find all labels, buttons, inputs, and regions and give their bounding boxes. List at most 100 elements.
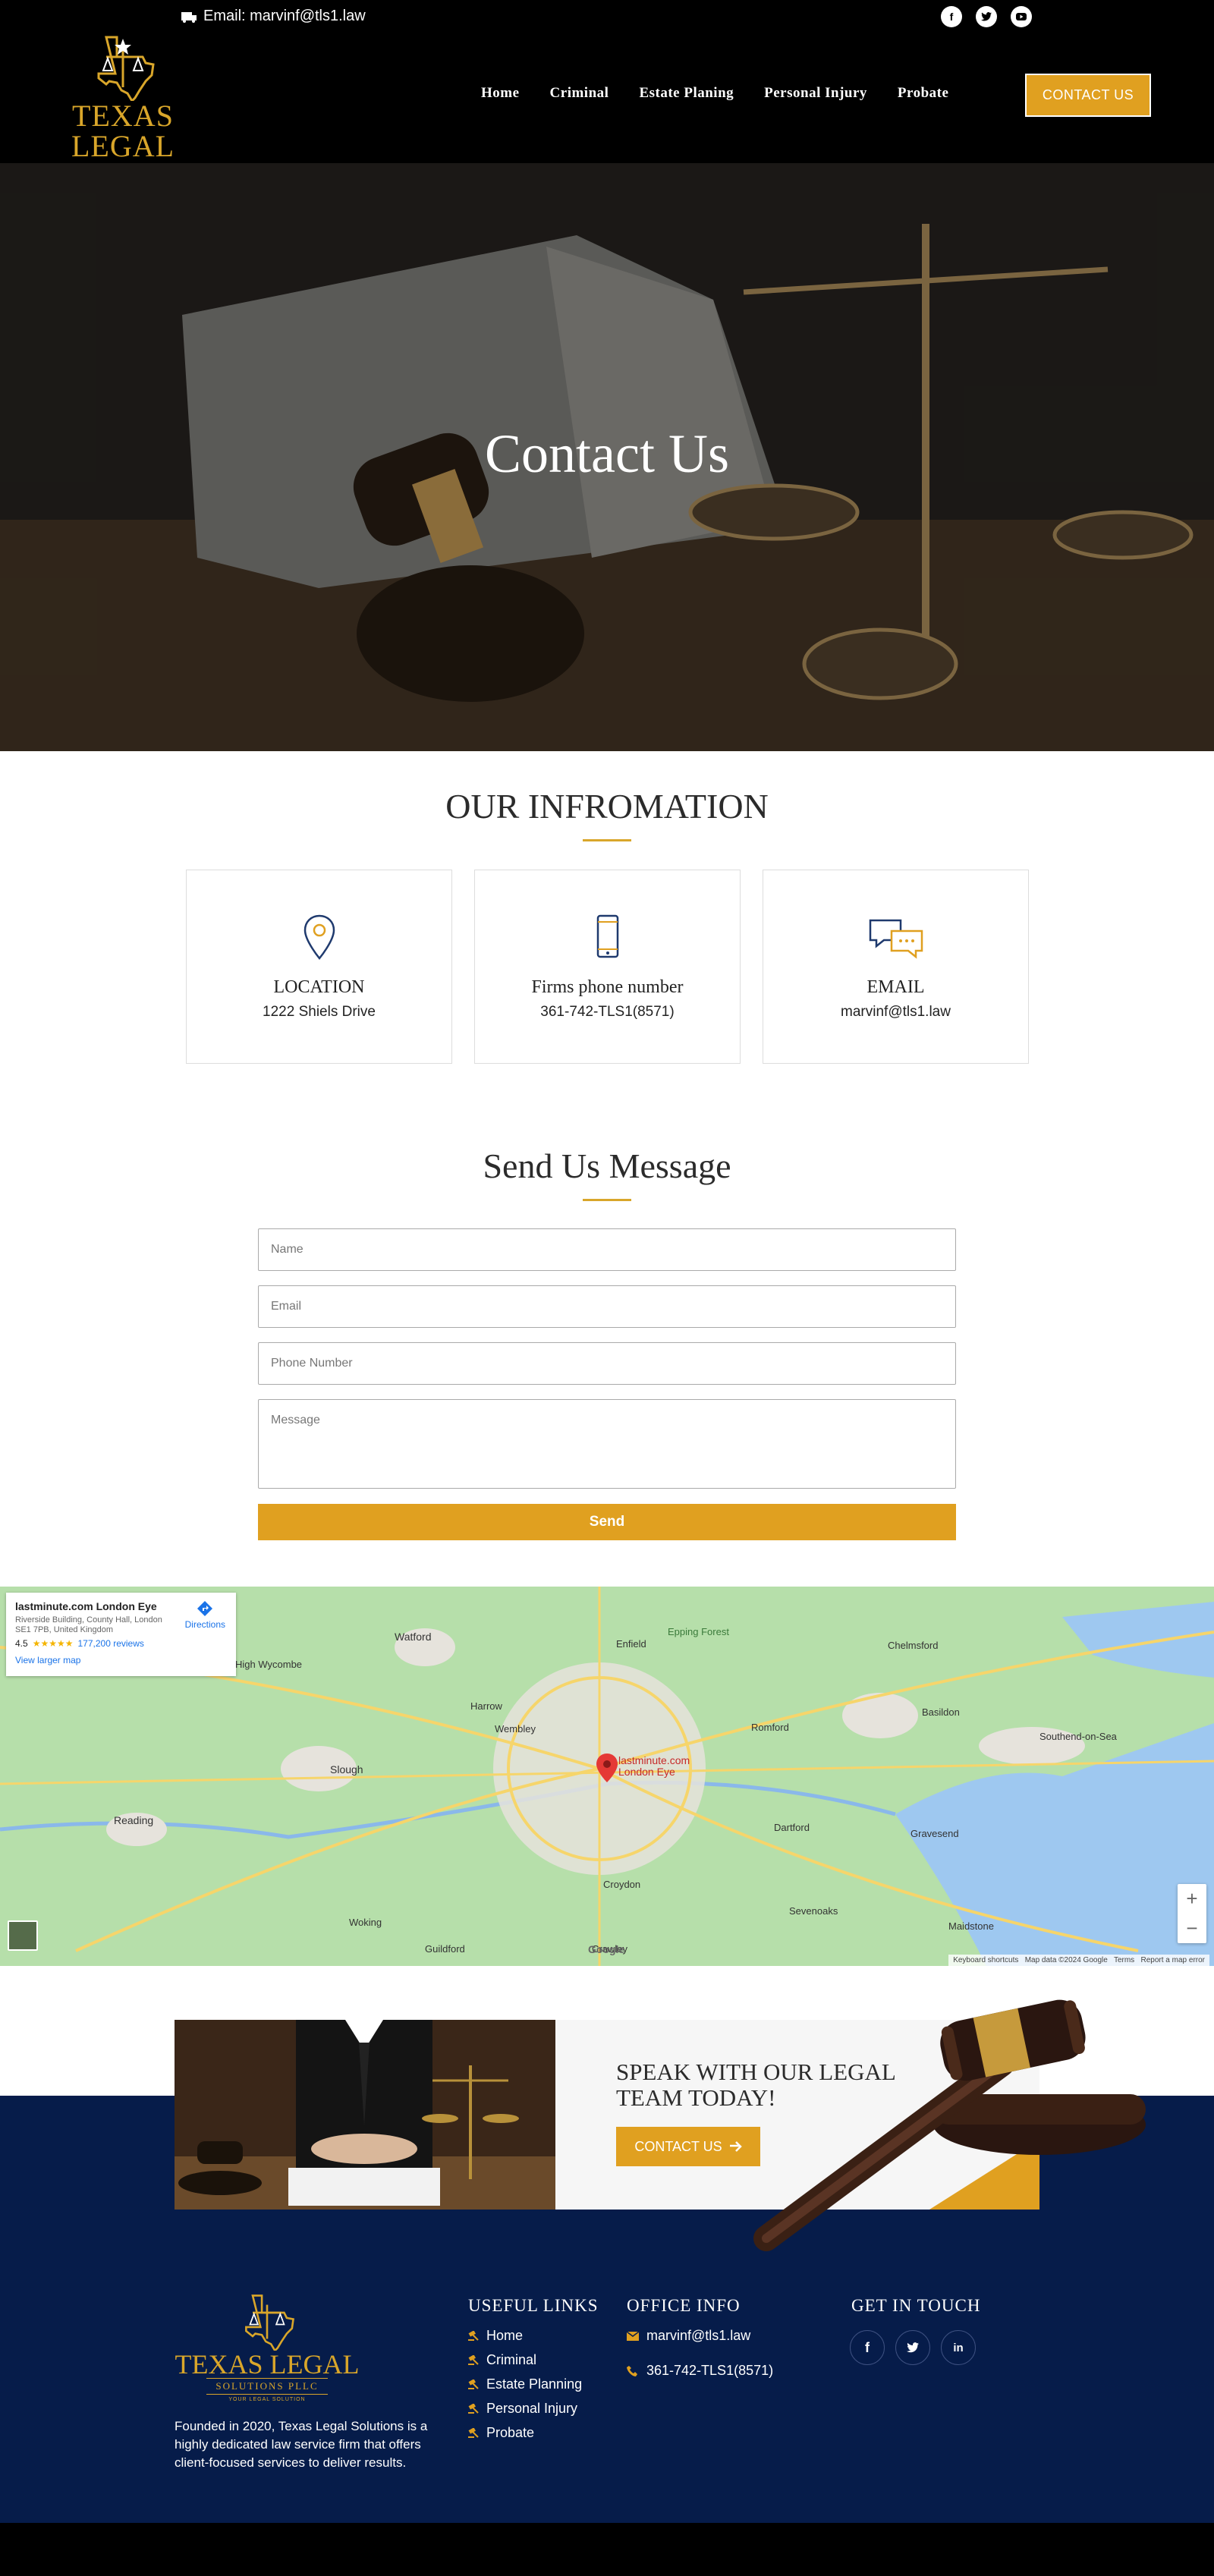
info-title-underline <box>583 839 631 841</box>
map-label-woking: Woking <box>349 1917 382 1928</box>
chat-bubbles-icon <box>869 919 923 959</box>
footer-link-home[interactable]: Home <box>468 2328 523 2344</box>
map-place-card: lastminute.com London Eye Riverside Buil… <box>6 1593 236 1676</box>
cta-contact-button[interactable]: CONTACT US <box>616 2127 760 2166</box>
message-textarea[interactable]: Message <box>258 1399 956 1489</box>
envelope-truck-icon <box>181 11 197 23</box>
footer-twitter-icon[interactable] <box>895 2330 930 2365</box>
footer-link-criminal[interactable]: Criminal <box>468 2352 536 2368</box>
footer-about: Founded in 2020, Texas Legal Solutions i… <box>175 2419 428 2470</box>
map-label-enfield: Enfield <box>616 1638 646 1650</box>
hero-title: Contact Us <box>485 423 729 484</box>
footer-logo-title: TEXAS LEGAL <box>175 2349 360 2379</box>
info-card-title: LOCATION <box>273 977 365 997</box>
twitter-icon[interactable] <box>976 6 997 27</box>
gavel-bullet-icon <box>468 2379 479 2389</box>
lawyer-image <box>175 2020 555 2210</box>
footer-office-phone[interactable]: 361-742-TLS1(8571) <box>627 2363 773 2379</box>
map-place-address: Riverside Building, County Hall, London … <box>15 1615 162 1634</box>
footer-office-phone-text: 361-742-TLS1(8571) <box>646 2363 774 2378</box>
map-label-sevenoaks: Sevenoaks <box>789 1905 838 1917</box>
map-directions-button[interactable]: Directions <box>185 1600 225 1630</box>
footer-logo-tagline: YOUR LEGAL SOLUTION <box>228 2397 306 2402</box>
gavel-bullet-icon <box>468 2427 479 2438</box>
phone-input[interactable]: Phone Number <box>258 1342 956 1385</box>
directions-icon <box>197 1601 213 1616</box>
footer-logo[interactable]: TEXAS LEGAL SOLUTIONS PLLC YOUR LEGAL SO… <box>175 2293 360 2407</box>
youtube-icon[interactable] <box>1011 6 1032 27</box>
footer-link-label: Estate Planning <box>486 2376 583 2392</box>
gavel-bullet-icon <box>468 2403 479 2414</box>
map-label-reading: Reading <box>114 1814 154 1826</box>
map-label-slough: Slough <box>330 1763 363 1776</box>
map-label-croydon: Croydon <box>603 1879 641 1890</box>
footer-link-estate-planning[interactable]: Estate Planning <box>468 2376 582 2392</box>
map-marker-label: lastminute.com London Eye <box>618 1754 690 1778</box>
hero-banner: Contact Us <box>0 163 1214 751</box>
name-input[interactable]: Name <box>258 1228 956 1271</box>
texas-scales-logo-icon <box>97 36 155 101</box>
map-larger-link[interactable]: View larger map <box>15 1655 227 1665</box>
map-zoom-out-button[interactable]: − <box>1178 1914 1206 1943</box>
footer-link-probate[interactable]: Probate <box>468 2425 534 2441</box>
header-email[interactable]: Email: marvinf@tls1.law <box>181 8 366 25</box>
footer-facebook-icon[interactable]: f <box>850 2330 885 2365</box>
gavel-bullet-icon <box>468 2354 479 2365</box>
form-title-underline <box>583 1199 631 1201</box>
map-attribution: Keyboard shortcuts Map data ©2024 Google… <box>948 1955 1209 1966</box>
footer-office-email[interactable]: marvinf@tls1.law <box>627 2328 750 2344</box>
info-section-title: OUR INFROMATION <box>445 787 769 826</box>
cta-contact-label: CONTACT US <box>634 2138 722 2154</box>
texas-scales-logo-icon <box>245 2294 295 2351</box>
map-reviews-link[interactable]: 177,200 reviews <box>77 1638 143 1649</box>
header-email-text: Email: marvinf@tls1.law <box>203 8 366 24</box>
info-card-value: 361-742-TLS1(8571) <box>540 1004 675 1020</box>
map-label-chelmsford: Chelmsford <box>888 1640 939 1651</box>
map-satellite-toggle[interactable] <box>8 1920 38 1951</box>
google-map[interactable]: lastminute.com London Eye Watford Enfiel… <box>0 1587 1214 1966</box>
map-label-watford: Watford <box>395 1631 432 1643</box>
nav-criminal[interactable]: Criminal <box>550 85 609 102</box>
map-label-maidstone: Maidstone <box>948 1920 994 1932</box>
info-card-value: 1222 Shiels Drive <box>263 1004 376 1020</box>
google-logo: Google <box>588 1943 625 1955</box>
get-in-touch-title: GET IN TOUCH <box>851 2296 981 2315</box>
email-input[interactable]: Email <box>258 1285 956 1328</box>
form-section-title: Send Us Message <box>483 1146 731 1185</box>
map-zoom-in-button[interactable]: + <box>1178 1884 1206 1914</box>
map-label-high-wycombe: High Wycombe <box>235 1659 303 1670</box>
nav-probate[interactable]: Probate <box>898 85 949 102</box>
nav-estate-planing[interactable]: Estate Planing <box>639 85 734 102</box>
map-directions-label: Directions <box>184 1619 225 1630</box>
map-label-gravesend: Gravesend <box>910 1828 959 1839</box>
header-social: f <box>941 6 1032 27</box>
nav-personal-injury[interactable]: Personal Injury <box>764 85 867 102</box>
location-pin-icon <box>304 914 335 960</box>
map-place-name: lastminute.com London Eye <box>15 1600 157 1612</box>
map-rating-stars: ★★★★★ <box>32 1638 74 1649</box>
footer-link-personal-injury[interactable]: Personal Injury <box>468 2401 577 2417</box>
main-nav: Home Criminal Estate Planing Personal In… <box>481 85 948 102</box>
site-logo[interactable]: TEXAS LEGAL SOLUTIONS PLLC YOUR LEGAL SO… <box>17 34 229 190</box>
send-button[interactable]: Send <box>258 1504 956 1540</box>
map-label-epping: Epping Forest <box>668 1626 729 1637</box>
footer-office-email-text: marvinf@tls1.law <box>646 2328 751 2343</box>
footer-linkedin-icon[interactable]: in <box>941 2330 976 2365</box>
info-card-value: marvinf@tls1.law <box>841 1004 951 1020</box>
site-header: Email: marvinf@tls1.law f TEXAS LEGAL SO… <box>0 0 1214 190</box>
info-card-title: Firms phone number <box>531 977 684 997</box>
useful-links-title: USEFUL LINKS <box>468 2296 599 2315</box>
logo-title: TEXAS LEGAL <box>71 99 175 163</box>
map-label-basildon: Basildon <box>922 1706 960 1718</box>
facebook-icon[interactable]: f <box>941 6 962 27</box>
map-label-harrow: Harrow <box>470 1700 502 1712</box>
map-label-guildford: Guildford <box>425 1943 465 1955</box>
map-label-southend: Southend-on-Sea <box>1039 1731 1117 1742</box>
header-contact-button[interactable]: CONTACT US <box>1025 74 1151 117</box>
gavel-bullet-icon <box>468 2330 479 2341</box>
gavel-image <box>753 1999 1146 2251</box>
map-rating: 4.5 <box>15 1638 28 1649</box>
map-label-dartford: Dartford <box>774 1822 810 1833</box>
info-card-location: LOCATION 1222 Shiels Drive <box>186 870 452 1064</box>
nav-home[interactable]: Home <box>481 85 520 102</box>
